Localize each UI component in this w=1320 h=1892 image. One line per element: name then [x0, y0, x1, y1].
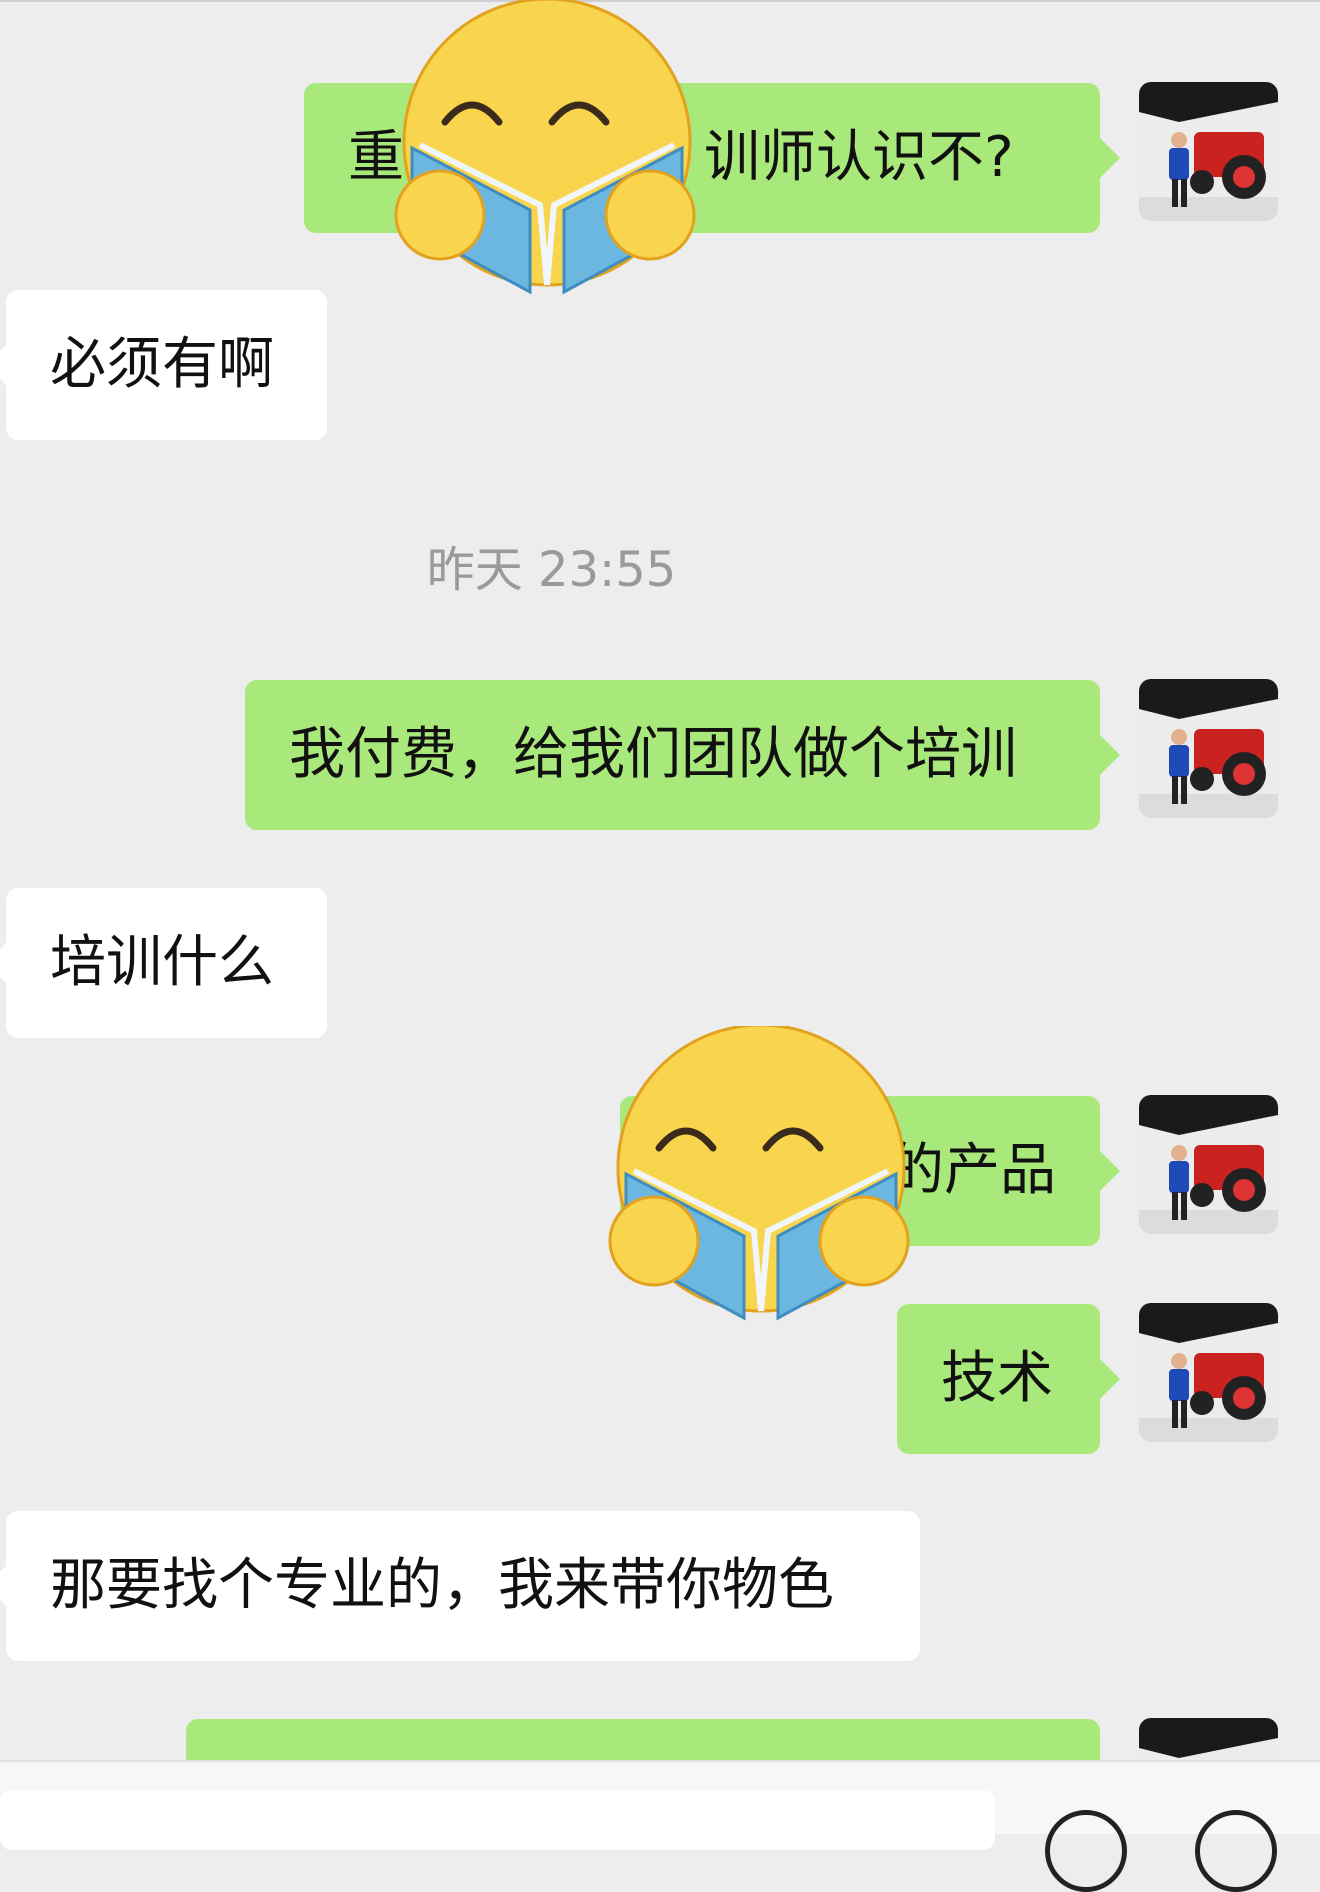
user-avatar[interactable] [1139, 1303, 1278, 1442]
user-avatar[interactable] [1139, 679, 1278, 818]
user-avatar[interactable] [1139, 82, 1278, 221]
message-bubble-outgoing[interactable]: 我付费，给我们团队做个培训 [245, 680, 1120, 830]
user-avatar[interactable] [1139, 1718, 1278, 1760]
message-bubble-outgoing[interactable]: 技术 [897, 1304, 1120, 1454]
message-text: 培训什么 [50, 930, 274, 995]
user-avatar[interactable] [1139, 1095, 1278, 1234]
reading-book-emoji-sticker [606, 1023, 916, 1321]
more-options-button-icon[interactable] [1195, 1810, 1277, 1892]
message-timestamp: 昨天 23:55 [426, 542, 677, 598]
message-text: 我付费，给我们团队做个培训 [289, 722, 1017, 787]
message-bubble-incoming[interactable]: 那要找个专业的，我来带你物色 [0, 1511, 920, 1661]
message-text-end: 训师认识不? [704, 125, 1014, 190]
emoji-button-icon[interactable] [1045, 1810, 1127, 1892]
reading-book-emoji-sticker [392, 0, 702, 295]
message-bubble-incoming[interactable]: 必须有啊 [0, 290, 327, 440]
message-bubble-outgoing[interactable] [186, 1719, 1100, 1760]
message-bubble-incoming[interactable]: 培训什么 [0, 888, 327, 1038]
message-text: 必须有啊 [50, 332, 274, 397]
message-text: 那要找个专业的，我来带你物色 [50, 1553, 834, 1618]
message-input-field[interactable] [0, 1790, 995, 1850]
message-text: 技术 [941, 1346, 1053, 1411]
